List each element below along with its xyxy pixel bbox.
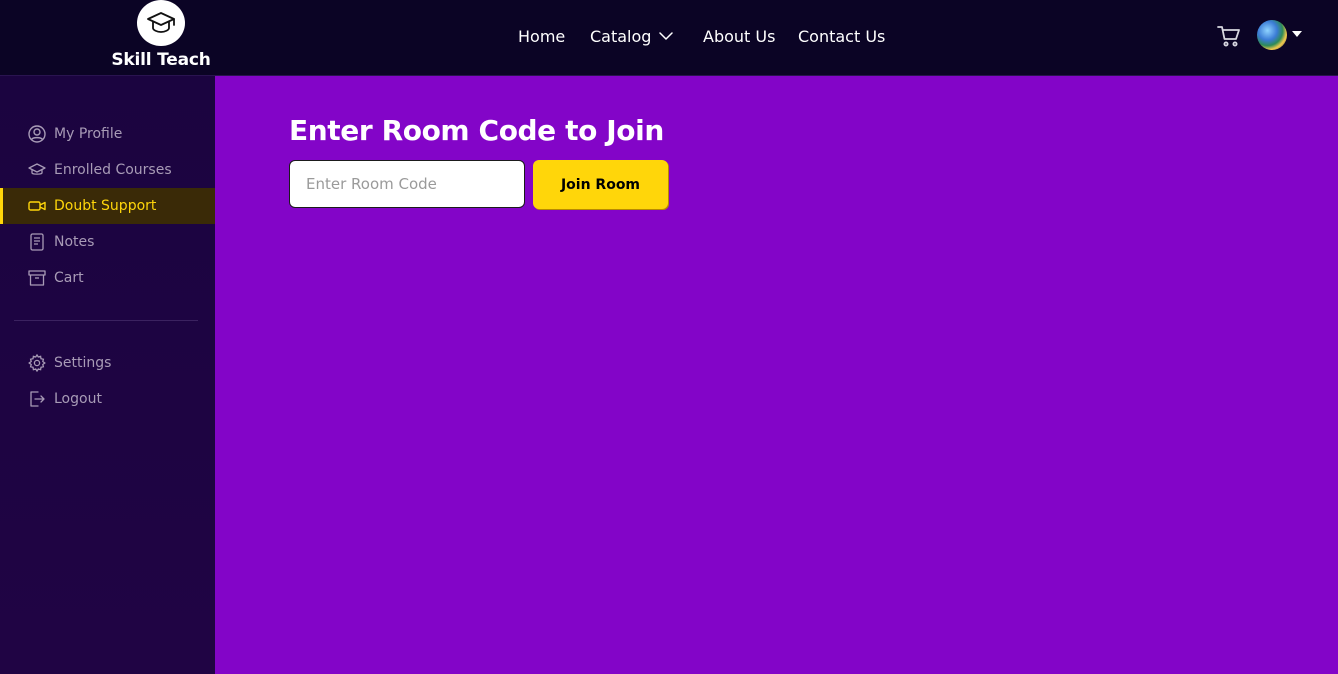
notebook-icon [27, 232, 47, 252]
video-camera-icon [27, 196, 47, 216]
sidebar-item-label: Logout [54, 391, 102, 407]
sidebar-item-label: Enrolled Courses [54, 162, 172, 178]
sidebar-item-settings[interactable]: Settings [0, 345, 215, 381]
nav-home-label: Home [518, 26, 566, 46]
room-code-input[interactable] [289, 160, 525, 208]
page-title: Enter Room Code to Join [289, 114, 664, 147]
nav-about-us-label: About Us [703, 26, 776, 46]
caret-down-icon[interactable] [1292, 31, 1302, 37]
nav-contact-us[interactable]: Contact Us [798, 24, 885, 48]
nav-catalog-label: Catalog [590, 26, 652, 46]
sidebar-item-enrolled-courses[interactable]: Enrolled Courses [0, 152, 215, 188]
nav-catalog[interactable]: Catalog [590, 24, 674, 48]
gear-icon [27, 353, 47, 373]
graduation-cap-icon [27, 160, 47, 180]
sidebar-item-my-profile[interactable]: My Profile [0, 116, 215, 152]
sidebar-item-label: Notes [54, 234, 95, 250]
graduation-cap-icon [137, 0, 185, 46]
top-navbar: Skill Teach Home Catalog About Us Contac… [0, 0, 1338, 76]
nav-contact-us-label: Contact Us [798, 26, 886, 46]
sidebar-item-notes[interactable]: Notes [0, 224, 215, 260]
chevron-down-icon [659, 32, 674, 40]
cart-icon[interactable] [1216, 24, 1242, 48]
nav-about-us[interactable]: About Us [703, 24, 775, 48]
sidebar-item-label: My Profile [54, 126, 123, 142]
brand-name: Skill Teach [111, 50, 211, 70]
nav-home[interactable]: Home [518, 24, 565, 48]
sidebar-item-doubt-support[interactable]: Doubt Support [0, 188, 215, 224]
brand-logo[interactable]: Skill Teach [106, 0, 216, 76]
sidebar-item-cart[interactable]: Cart [0, 260, 215, 296]
sidebar-item-label: Cart [54, 270, 84, 286]
logout-icon [27, 389, 47, 409]
sidebar-item-label: Doubt Support [54, 198, 157, 214]
sidebar-item-label: Settings [54, 355, 112, 371]
sidebar-item-logout[interactable]: Logout [0, 381, 215, 417]
active-indicator [0, 188, 3, 224]
user-avatar[interactable] [1257, 20, 1287, 50]
user-circle-icon [27, 124, 47, 144]
sidebar-divider [14, 320, 198, 321]
archive-box-icon [27, 268, 47, 288]
join-room-button[interactable]: Join Room [533, 160, 668, 209]
sidebar: My Profile Enrolled Courses Doubt Suppor… [0, 76, 215, 674]
